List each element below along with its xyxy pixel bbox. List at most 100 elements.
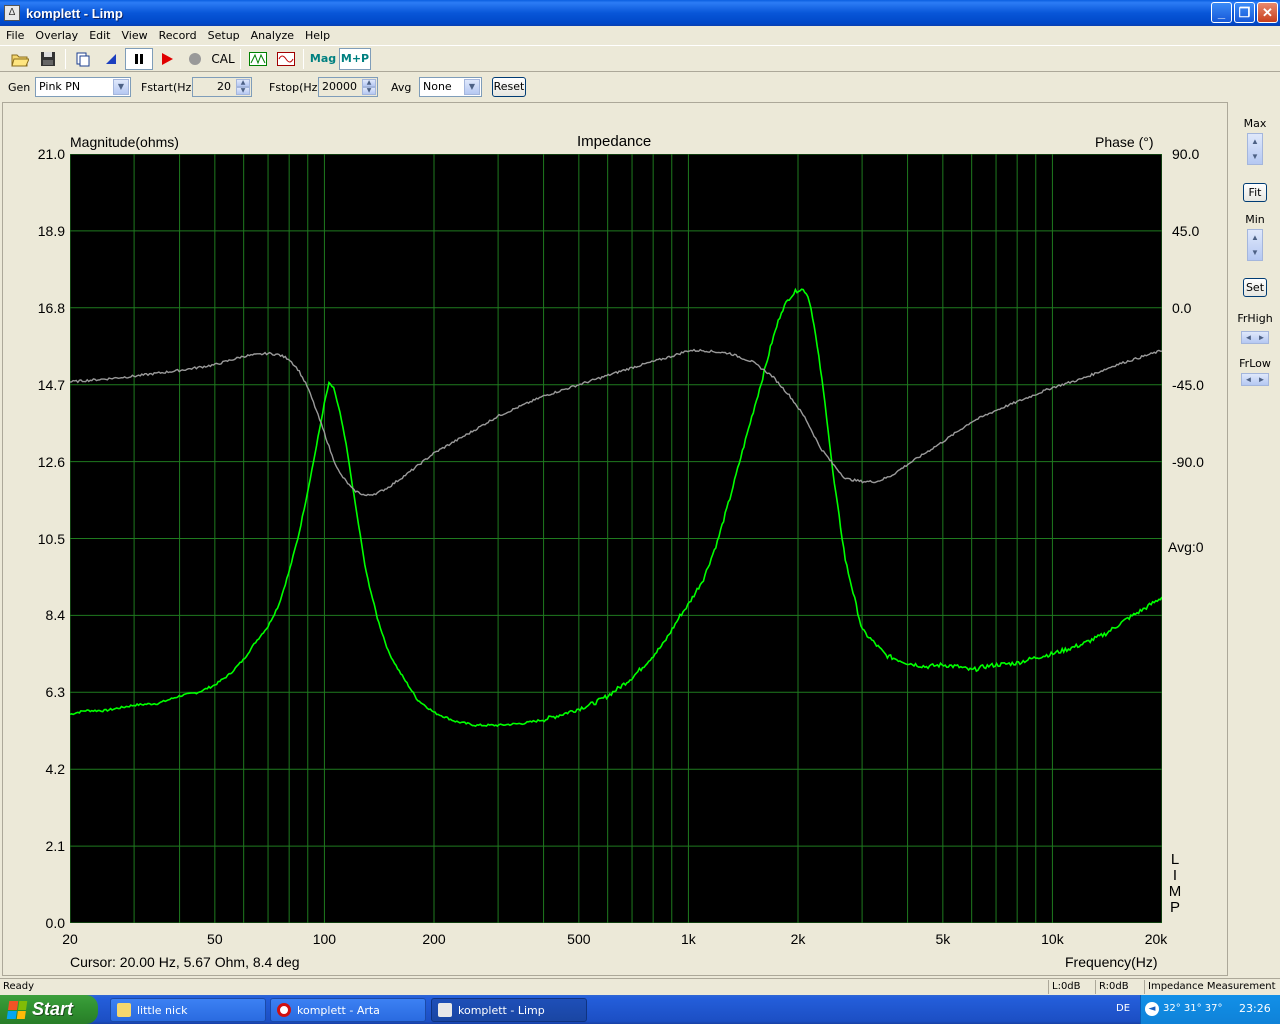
system-tray: ◄ 32° 31° 37° 23:26	[1140, 995, 1280, 1024]
spin-up-icon[interactable]: ▲	[1248, 230, 1262, 245]
minimize-button[interactable]: _	[1211, 2, 1232, 23]
fstop-spinner[interactable]: 20000 ▲ ▼	[318, 77, 378, 97]
marker-icon[interactable]	[97, 48, 125, 70]
window-title: komplett - Limp	[26, 5, 123, 21]
menu-edit[interactable]: Edit	[83, 29, 115, 42]
save-icon[interactable]	[34, 48, 62, 70]
y-tick-left: 12.6	[37, 453, 65, 470]
open-folder-icon[interactable]	[6, 48, 34, 70]
left-arrow-icon[interactable]: ◄	[1242, 332, 1255, 343]
fstop-value: 20000	[322, 80, 357, 93]
menu-setup[interactable]: Setup	[202, 29, 245, 42]
right-arrow-icon[interactable]: ►	[1255, 332, 1268, 343]
status-bar: Ready L:0dB R:0dB Impedance Measurement	[0, 978, 1280, 995]
tray-temperatures: 32° 31° 37°	[1163, 1003, 1223, 1014]
x-tick: 20	[62, 931, 78, 947]
limp-letter: I	[1172, 867, 1178, 884]
frlow-spinner[interactable]: ◄ ►	[1241, 373, 1269, 386]
frhigh-spinner[interactable]: ◄ ►	[1241, 331, 1269, 344]
left-level: L:0dB	[1048, 980, 1081, 994]
play-icon[interactable]	[153, 48, 181, 70]
x-tick: 200	[422, 931, 446, 947]
clock: 23:26	[1239, 1002, 1271, 1015]
limp-app-icon[interactable]: Δ	[4, 5, 20, 21]
chevron-down-icon[interactable]: ▼	[113, 79, 129, 95]
close-button[interactable]: ✕	[1257, 2, 1278, 23]
menu-record[interactable]: Record	[153, 29, 202, 42]
spin-down-icon[interactable]: ▼	[1248, 149, 1262, 164]
menu-view[interactable]: View	[116, 29, 153, 42]
avg-label: Avg	[391, 81, 412, 94]
tray-expand-icon[interactable]: ◄	[1145, 1002, 1159, 1016]
set-button[interactable]: Set	[1243, 278, 1267, 297]
frlow-label: FrLow	[1239, 357, 1271, 370]
filter-icon[interactable]	[244, 48, 272, 70]
spin-up-icon[interactable]: ▲	[1248, 134, 1262, 149]
y-tick-right: 0.0	[1172, 299, 1192, 316]
spin-up-icon[interactable]: ▲	[236, 79, 250, 87]
plot-area[interactable]	[70, 154, 1162, 923]
limp-side-mark: L I M P	[1168, 852, 1182, 916]
status-text: Ready	[3, 981, 35, 992]
left-arrow-icon[interactable]: ◄	[1242, 374, 1255, 385]
x-tick: 2k	[790, 931, 806, 947]
limp-icon	[438, 1003, 452, 1017]
maximize-button[interactable]: ❐	[1234, 2, 1255, 23]
mp-button[interactable]: M+P	[339, 47, 371, 70]
spin-down-icon[interactable]: ▼	[362, 87, 376, 95]
task-little-nick[interactable]: little nick	[110, 998, 266, 1022]
menu-help[interactable]: Help	[299, 29, 335, 42]
task-komplett-limp[interactable]: komplett - Limp	[431, 998, 587, 1022]
start-label: Start	[32, 999, 74, 1019]
gen-label: Gen	[8, 81, 31, 94]
task-komplett-arta[interactable]: komplett - Arta	[270, 998, 426, 1022]
y-tick-left: 6.3	[45, 684, 65, 701]
y-tick-right: 90.0	[1172, 146, 1200, 162]
chevron-down-icon[interactable]: ▼	[464, 79, 480, 95]
min-spinner[interactable]: ▲ ▼	[1247, 229, 1263, 261]
reset-button[interactable]: Reset	[492, 77, 526, 97]
right-arrow-icon[interactable]: ►	[1255, 374, 1268, 385]
pause-icon[interactable]	[125, 47, 153, 70]
spin-down-icon[interactable]: ▼	[236, 87, 250, 95]
avg-select[interactable]: None ▼	[419, 77, 482, 97]
copy-icon[interactable]	[69, 48, 97, 70]
x-tick: 5k	[935, 931, 951, 947]
cal-button[interactable]: CAL	[209, 48, 237, 70]
series-line-magnitude	[70, 287, 1162, 728]
y-tick-right: -90.0	[1172, 453, 1204, 470]
max-spinner[interactable]: ▲ ▼	[1247, 133, 1263, 165]
taskbar: Start little nick komplett - Arta komple…	[0, 995, 1280, 1024]
y-tick-left: 2.1	[45, 838, 65, 855]
title-bar: Δ komplett - Limp _ ❐ ✕	[0, 0, 1280, 26]
language-indicator[interactable]: DE	[1116, 1003, 1130, 1014]
limp-letter: P	[1169, 899, 1180, 916]
frhigh-label: FrHigh	[1237, 312, 1273, 325]
y-tick-left: 10.5	[37, 530, 65, 547]
menu-bar: File Overlay Edit View Record Setup Anal…	[0, 26, 1280, 44]
menu-file[interactable]: File	[0, 29, 29, 42]
right-level: R:0dB	[1095, 980, 1129, 994]
task-label: komplett - Arta	[297, 1003, 380, 1017]
spin-up-icon[interactable]: ▲	[362, 79, 376, 87]
x-axis-label: Frequency(Hz)	[1065, 954, 1158, 970]
fit-button[interactable]: Fit	[1243, 183, 1267, 202]
waveform-icon[interactable]	[272, 48, 300, 70]
task-label: komplett - Limp	[458, 1003, 545, 1017]
record-icon[interactable]	[181, 48, 209, 70]
fstart-spinner[interactable]: 20 ▲ ▼	[192, 77, 252, 97]
menu-analyze[interactable]: Analyze	[245, 29, 299, 42]
menu-overlay[interactable]: Overlay	[29, 29, 83, 42]
gen-select-value: Pink PN	[39, 80, 81, 93]
gen-select[interactable]: Pink PN ▼	[35, 77, 131, 97]
start-button[interactable]: Start	[0, 995, 98, 1024]
x-tick: 10k	[1041, 931, 1064, 947]
mag-button[interactable]: Mag	[307, 48, 339, 70]
min-label: Min	[1245, 213, 1265, 226]
y-axis-left-label: Magnitude(ohms)	[70, 134, 179, 150]
limp-letter: L	[1170, 851, 1180, 868]
avg-annotation: Avg:0	[1168, 539, 1204, 555]
spin-down-icon[interactable]: ▼	[1248, 245, 1262, 260]
cursor-readout: Cursor: 20.00 Hz, 5.67 Ohm, 8.4 deg	[70, 954, 300, 970]
chart-title: Impedance	[577, 133, 652, 150]
